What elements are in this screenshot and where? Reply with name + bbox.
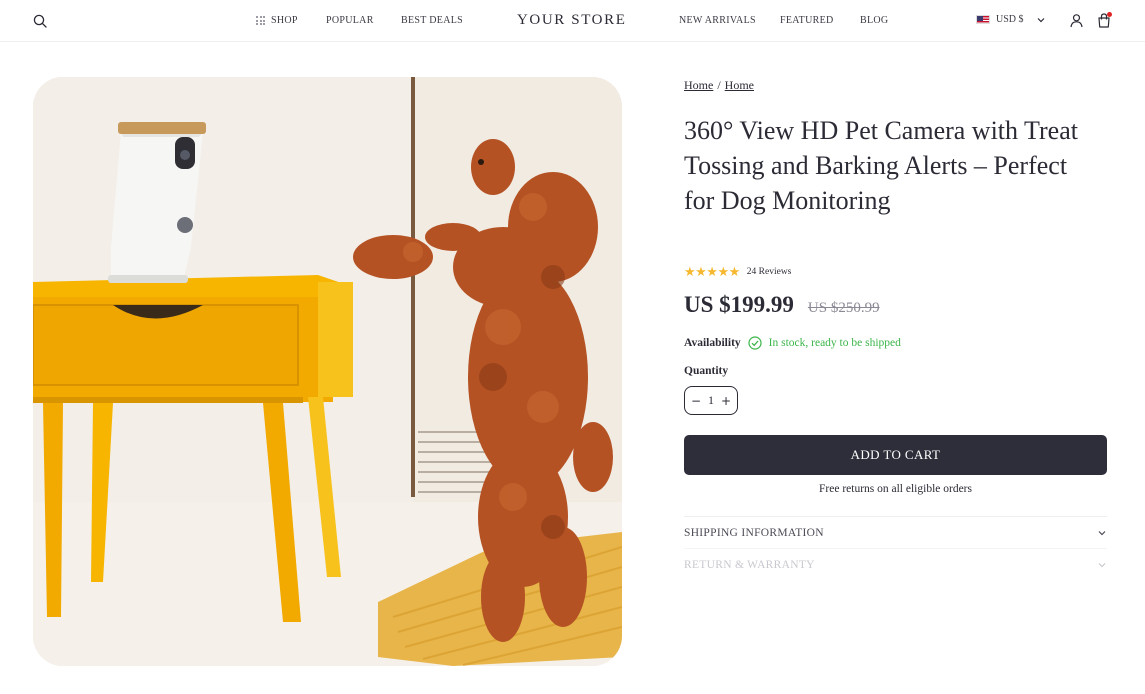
product-image[interactable] <box>33 77 622 666</box>
star-rating-icon: ★★★★★ <box>684 264 740 279</box>
currency-selector[interactable]: USD $ <box>976 14 1046 25</box>
breadcrumb: Home / Home <box>684 78 754 93</box>
review-count[interactable]: 24 Reviews <box>747 267 792 277</box>
availability: Availability In stock, ready to be shipp… <box>684 336 901 350</box>
nav-blog[interactable]: BLOG <box>860 15 888 26</box>
quantity-stepper: − 1 + <box>684 386 738 415</box>
chevron-down-icon <box>1098 562 1106 567</box>
site-header: SHOP POPULAR BEST DEALS YOUR STORE NEW A… <box>0 0 1145 42</box>
nav-shop[interactable]: SHOP <box>256 15 298 26</box>
product-photo <box>33 77 622 666</box>
accordion-shipping-information[interactable]: SHIPPING INFORMATION <box>684 516 1107 548</box>
flag-us-icon <box>976 15 990 24</box>
currency-label: USD $ <box>996 14 1024 25</box>
availability-label: Availability <box>684 337 741 349</box>
quantity-label: Quantity <box>684 365 729 377</box>
chevron-down-icon <box>1037 17 1044 22</box>
quantity-increase-button[interactable]: + <box>721 394 731 408</box>
search-icon[interactable] <box>33 14 47 28</box>
free-returns-note: Free returns on all eligible orders <box>819 483 972 495</box>
nav-featured[interactable]: FEATURED <box>780 15 834 26</box>
sale-price: US $199.99 <box>684 292 794 317</box>
quantity-value[interactable]: 1 <box>708 393 714 408</box>
nav-popular[interactable]: POPULAR <box>326 15 374 26</box>
compare-price: US $250.99 <box>807 300 880 316</box>
price-row: US $199.99 US $250.99 <box>684 292 880 318</box>
breadcrumb-home[interactable]: Home <box>684 78 713 93</box>
nav-new-arrivals[interactable]: NEW ARRIVALS <box>679 15 756 26</box>
breadcrumb-current[interactable]: Home <box>725 78 754 93</box>
availability-status: In stock, ready to be shipped <box>768 337 901 349</box>
add-to-cart-button[interactable]: ADD TO CART <box>684 435 1107 475</box>
accordion-return-label: RETURN & WARRANTY <box>684 558 815 571</box>
breadcrumb-separator: / <box>717 78 721 92</box>
cart-badge <box>1107 12 1112 17</box>
nav-best-deals[interactable]: BEST DEALS <box>401 15 463 26</box>
grid-icon <box>256 16 265 25</box>
accordion-return-warranty[interactable]: RETURN & WARRANTY <box>684 548 1107 580</box>
store-logo[interactable]: YOUR STORE <box>517 12 627 29</box>
product-title: 360° View HD Pet Camera with Treat Tossi… <box>684 116 1078 215</box>
nav-shop-label: SHOP <box>271 15 298 26</box>
check-circle-icon <box>748 336 762 350</box>
quantity-decrease-button[interactable]: − <box>691 394 701 408</box>
user-icon[interactable] <box>1069 13 1084 28</box>
cart-icon[interactable] <box>1096 12 1112 29</box>
chevron-down-icon <box>1098 530 1106 535</box>
accordion-shipping-label: SHIPPING INFORMATION <box>684 526 824 539</box>
product-rating[interactable]: ★★★★★ 24 Reviews <box>684 264 791 280</box>
